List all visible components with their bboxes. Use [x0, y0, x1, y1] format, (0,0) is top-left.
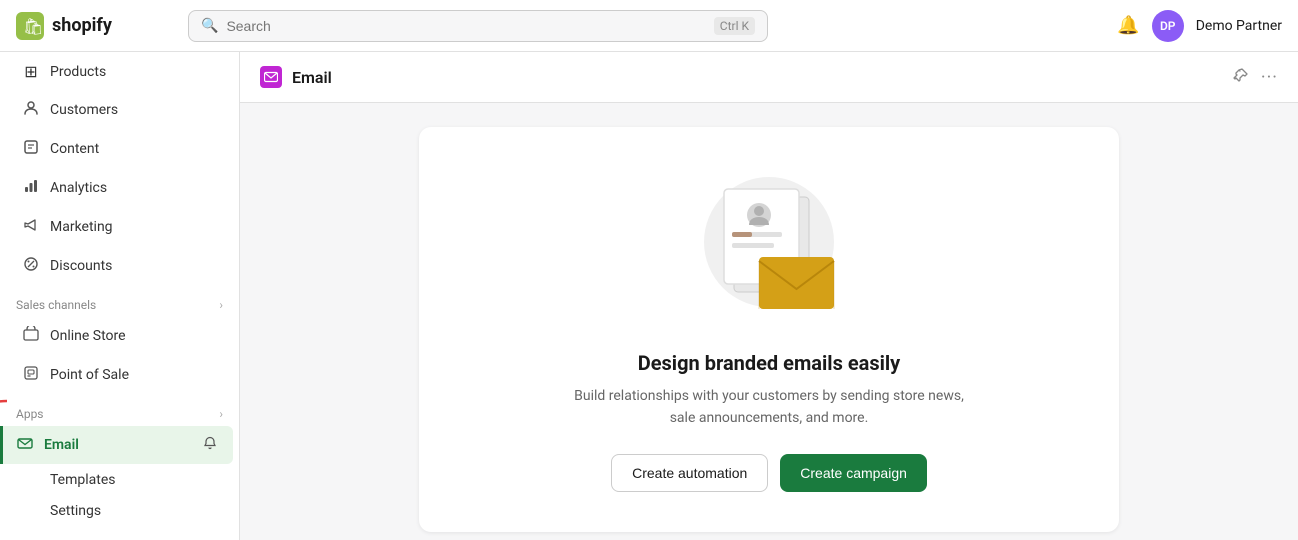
marketing-icon [22, 217, 40, 237]
sidebar-item-online-store-label: Online Store [50, 328, 126, 344]
create-automation-button[interactable]: Create automation [611, 454, 768, 492]
create-campaign-button[interactable]: Create campaign [780, 454, 927, 492]
avatar: DP [1152, 10, 1184, 42]
sidebar-item-customers-label: Customers [50, 102, 118, 118]
analytics-icon [22, 178, 40, 198]
logo-area: 🛍 shopify [16, 12, 176, 40]
bell-icon[interactable]: 🔔 [1117, 15, 1139, 36]
sidebar-item-pos[interactable]: Point of Sale [6, 356, 233, 394]
expand-icon: › [219, 298, 223, 312]
email-illustration [679, 167, 859, 327]
content-header: Email ··· [240, 52, 1298, 103]
sidebar-item-templates[interactable]: Templates [6, 465, 233, 495]
pin-icon[interactable] [1233, 67, 1249, 87]
sidebar-item-products[interactable]: ⊞ Products [6, 53, 233, 90]
shopify-logo-icon: 🛍 [16, 12, 44, 40]
sales-channels-label: Sales channels [16, 298, 96, 312]
card-desc: Build relationships with your customers … [467, 385, 1071, 430]
content-icon [22, 139, 40, 159]
sidebar-item-content-label: Content [50, 141, 99, 157]
sidebar-item-discounts-label: Discounts [50, 258, 112, 274]
topbar: 🛍 shopify 🔍 Ctrl K 🔔 DP Demo Partner [0, 0, 1298, 52]
email-header-icon [260, 66, 282, 88]
card-desc-part1: Build relationships with your customers … [574, 388, 964, 404]
user-name: Demo Partner [1196, 18, 1282, 34]
online-store-icon [22, 326, 40, 346]
customers-icon [22, 100, 40, 120]
more-icon[interactable]: ··· [1261, 67, 1278, 88]
sidebar-item-templates-label: Templates [50, 472, 116, 488]
sidebar-item-settings[interactable]: Settings [6, 534, 233, 540]
content-title: Email [292, 68, 332, 87]
search-input[interactable] [226, 18, 705, 34]
sidebar-item-app-settings[interactable]: Settings [6, 496, 233, 526]
svg-text:🛍: 🛍 [23, 17, 43, 36]
sidebar-item-customers[interactable]: Customers [6, 91, 233, 129]
products-icon: ⊞ [22, 62, 40, 81]
content-header-right: ··· [1233, 67, 1278, 88]
sidebar: ⊞ Products Customers Content Analytics [0, 52, 240, 540]
sidebar-item-pos-label: Point of Sale [50, 367, 129, 383]
card-desc-part2: sale announcements, and more. [670, 410, 869, 426]
apps-section: Apps › [0, 395, 239, 425]
sidebar-item-products-label: Products [50, 64, 106, 80]
sidebar-item-content[interactable]: Content [6, 130, 233, 168]
sidebar-item-analytics-label: Analytics [50, 180, 107, 196]
sidebar-item-analytics[interactable]: Analytics [6, 169, 233, 207]
sales-channels-section: Sales channels › [0, 286, 239, 316]
sidebar-item-marketing[interactable]: Marketing [6, 208, 233, 246]
email-card: Design branded emails easily Build relat… [419, 127, 1119, 532]
sidebar-item-marketing-label: Marketing [50, 219, 113, 235]
red-arrow-annotation [0, 396, 17, 451]
sidebar-item-discounts[interactable]: Discounts [6, 247, 233, 285]
search-bar[interactable]: 🔍 Ctrl K [188, 10, 768, 42]
card-title: Design branded emails easily [467, 351, 1071, 375]
email-bell-icon[interactable] [203, 436, 217, 454]
email-icon [16, 435, 34, 455]
sidebar-item-email-label: Email [44, 437, 79, 453]
discounts-icon [22, 256, 40, 276]
search-icon: 🔍 [201, 18, 218, 34]
apps-expand-icon: › [219, 407, 223, 421]
email-svg-illustration [679, 167, 859, 327]
sidebar-item-email[interactable]: Email [0, 426, 233, 464]
sidebar-item-app-settings-label: Settings [50, 503, 101, 519]
topbar-right: 🔔 DP Demo Partner [1117, 10, 1282, 42]
sidebar-item-online-store[interactable]: Online Store [6, 317, 233, 355]
content-area: Email ··· [240, 52, 1298, 540]
search-shortcut: Ctrl K [714, 17, 755, 35]
apps-label: Apps [16, 407, 44, 421]
content-header-left: Email [260, 66, 332, 88]
logo-text: shopify [52, 15, 112, 36]
main-layout: ⊞ Products Customers Content Analytics [0, 52, 1298, 540]
card-actions: Create automation Create campaign [467, 454, 1071, 492]
pos-icon [22, 365, 40, 385]
main-content: Design branded emails easily Build relat… [240, 103, 1298, 540]
